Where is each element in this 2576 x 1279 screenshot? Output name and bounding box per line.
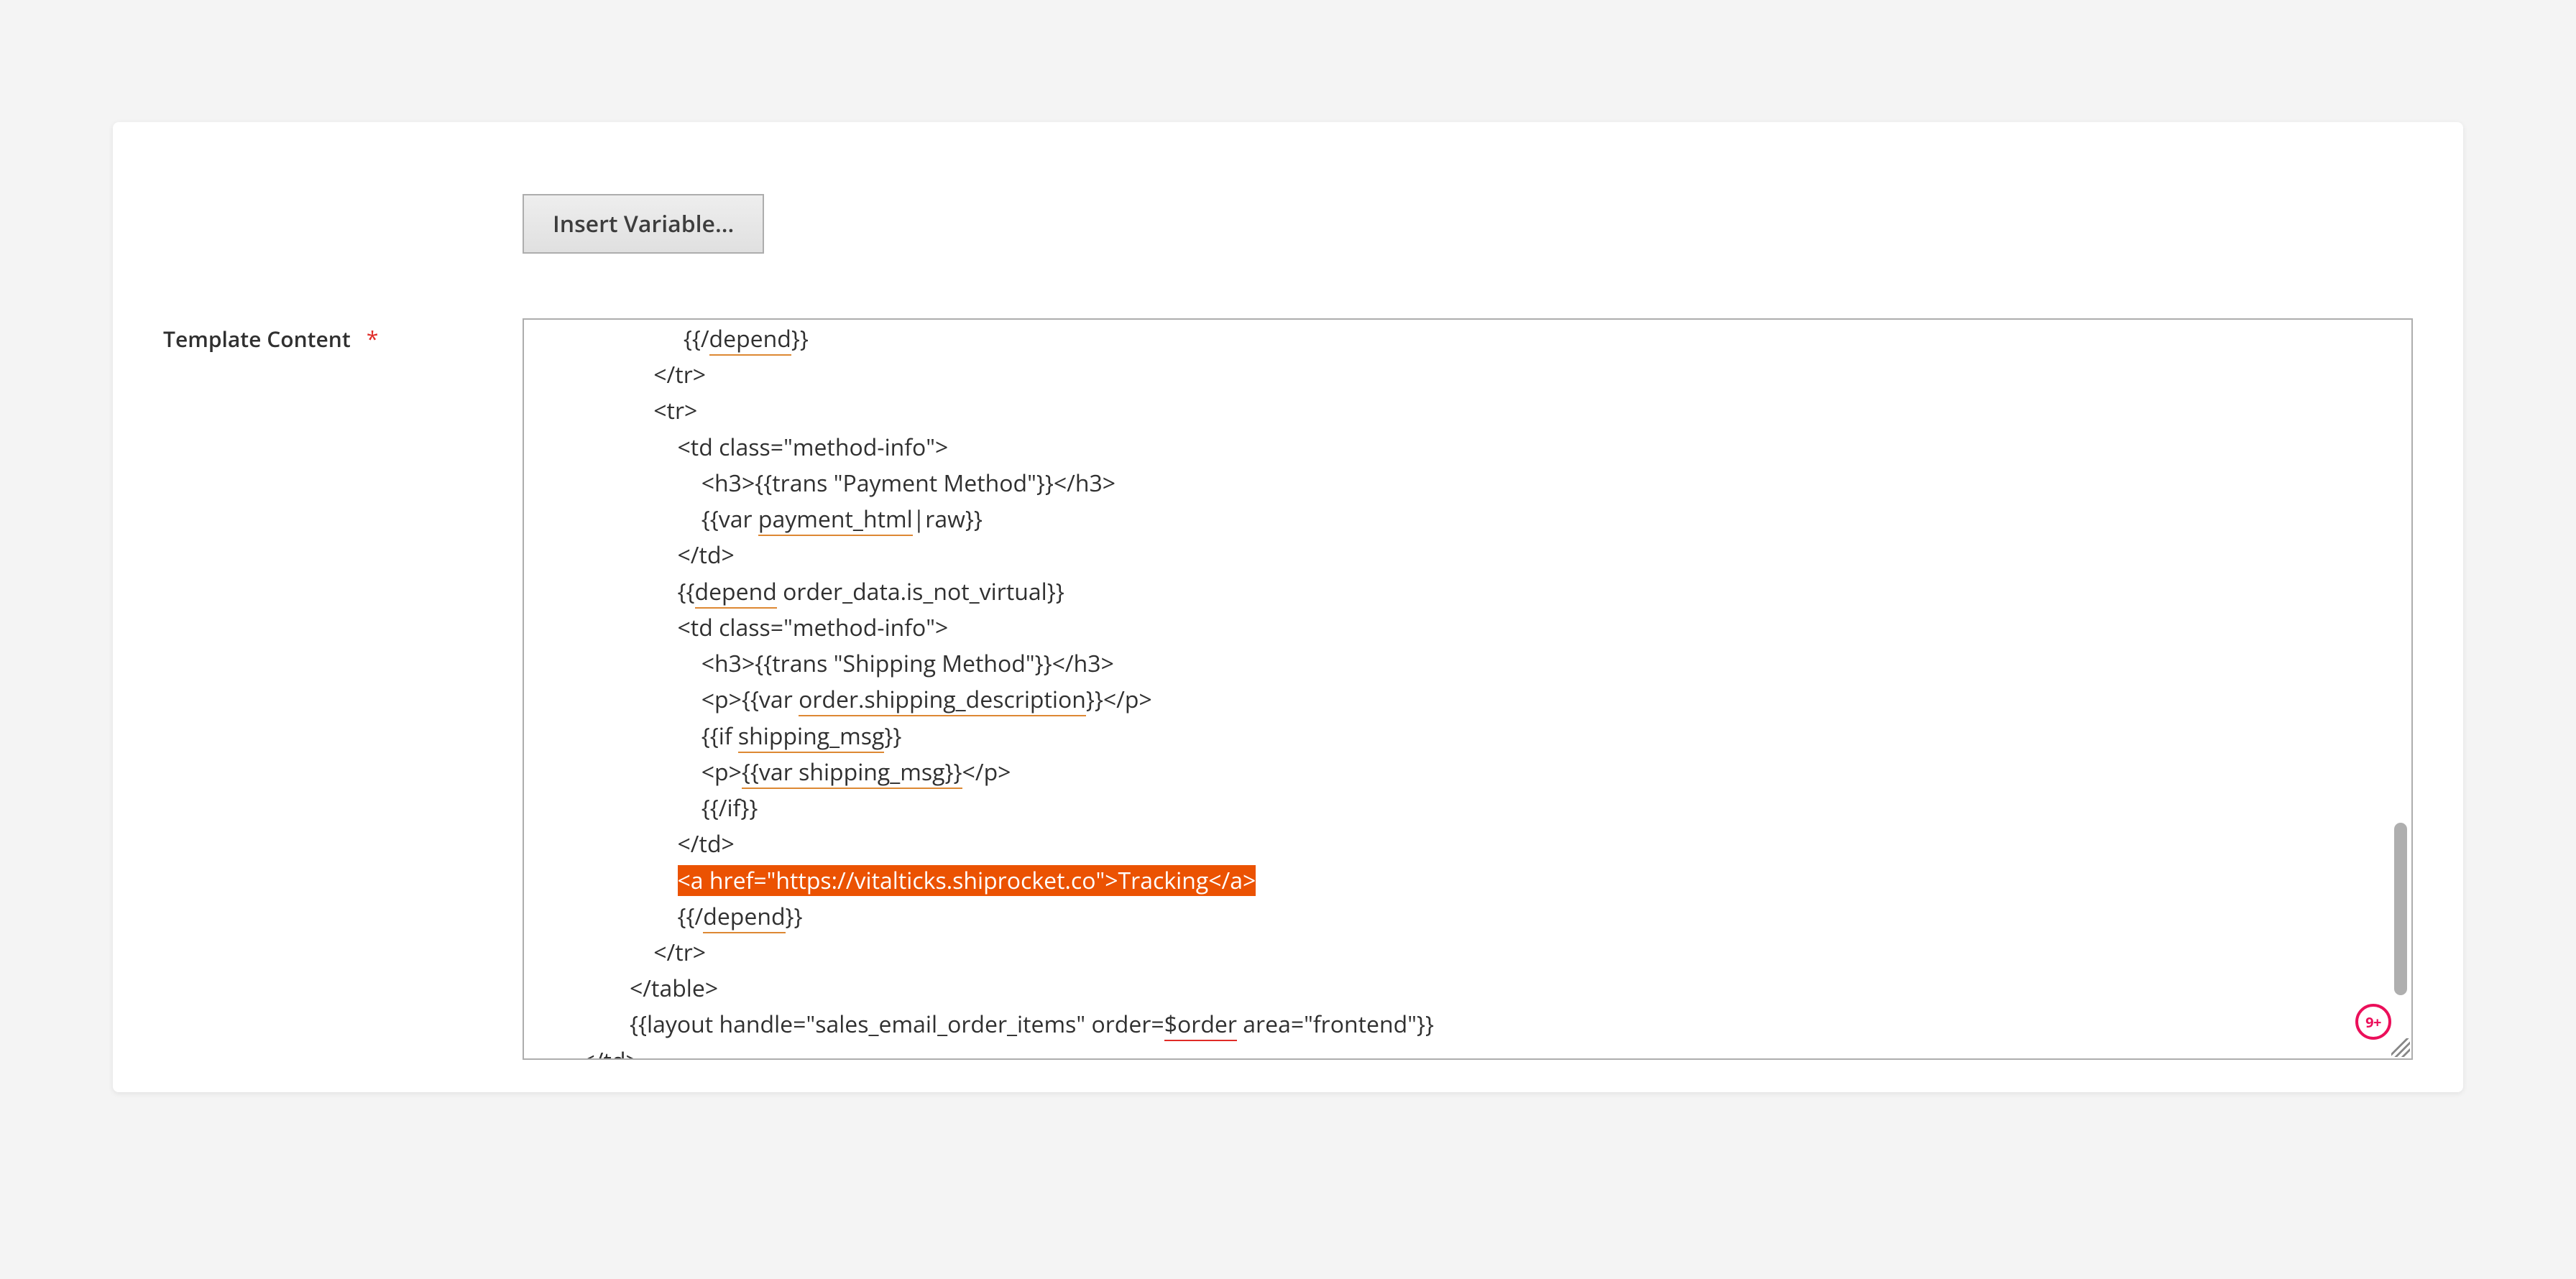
scrollbar-thumb[interactable] [2394,823,2407,995]
label-spacer [163,194,523,200]
insert-variable-button[interactable]: Insert Variable... [523,194,764,254]
template-content-label: Template Content [163,324,351,354]
field-col-button: Insert Variable... [523,194,2413,254]
outer-container: Insert Variable... Template Content * {{… [113,122,2463,1157]
required-asterisk: * [367,324,379,354]
row-spacer [163,254,2413,318]
form-panel: Insert Variable... Template Content * {{… [113,122,2463,1092]
panel-shadow-bottom [113,1092,2463,1157]
grammarly-badge-count: 9+ [2365,1012,2381,1032]
insert-variable-row: Insert Variable... [163,194,2413,254]
template-content-label-col: Template Content * [163,318,523,354]
template-content-textarea[interactable]: {{/depend}} </tr> <tr> <td class="method… [523,318,2413,1060]
template-content-row: Template Content * {{/depend}} </tr> <tr… [163,318,2413,1060]
textarea-resize-handle[interactable] [2391,1038,2410,1057]
template-content-field-col: {{/depend}} </tr> <tr> <td class="method… [523,318,2413,1060]
code-content[interactable]: {{/depend}} </tr> <tr> <td class="method… [524,320,2411,1060]
grammarly-badge[interactable]: 9+ [2355,1004,2391,1040]
